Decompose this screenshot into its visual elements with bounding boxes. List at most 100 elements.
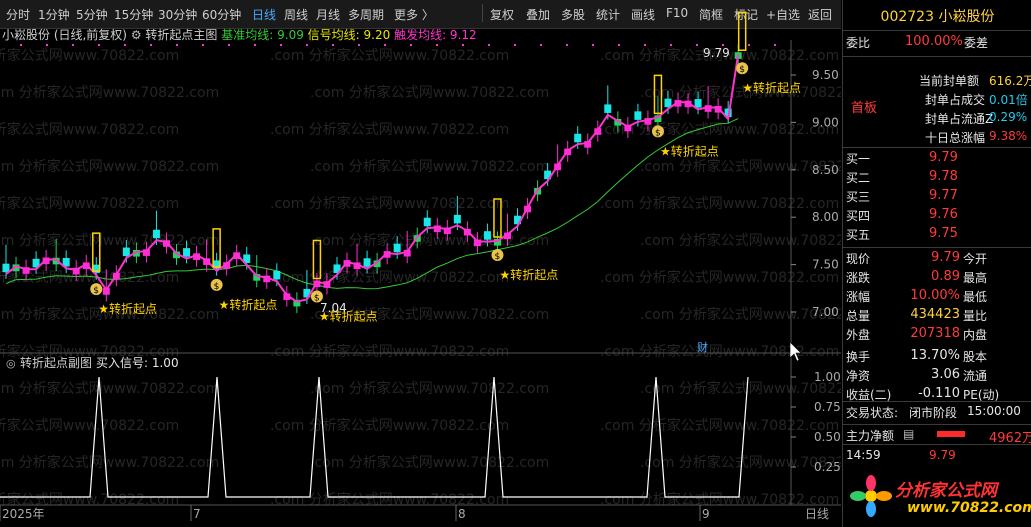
bid-price: 9.76 — [929, 207, 958, 222]
money-bag-glyph: $ — [93, 286, 99, 296]
sub-indicator-name[interactable]: 转折起点副图 — [20, 355, 92, 370]
watermark-text: .com 分析家公式网www.70822.com — [640, 306, 841, 323]
signal-dot — [46, 44, 48, 46]
watermark-text: .com 分析家公式网www.70822.com — [0, 84, 219, 101]
quote-label: 净资 — [846, 369, 871, 383]
candle-body — [483, 231, 491, 240]
time-label: 8 — [458, 507, 466, 521]
candle-body — [363, 258, 371, 267]
watermark-text: .com 分析家公式网www.70822.com — [640, 232, 841, 249]
quote-row: 涨跌 0.89 最高 — [843, 269, 1031, 289]
logo-area: 分析家公式网 www.70822.com — [843, 466, 1031, 527]
ten-day-label: 十日总涨幅 — [925, 131, 986, 145]
quote-row: 换手 13.70% 股本 — [843, 348, 1031, 368]
sub-collapse-icon[interactable]: ◎ — [6, 357, 16, 370]
main-net-label: 主力净额 — [846, 429, 895, 443]
money-bag-glyph: $ — [314, 293, 320, 303]
candle-body — [2, 263, 10, 273]
signal-dot — [566, 44, 568, 46]
bid-label: 买二 — [846, 171, 871, 185]
time-label: 2025年 — [2, 507, 45, 521]
sub-tick-label: 0.75 — [814, 400, 841, 414]
signal-dot — [176, 44, 178, 46]
watermark-text: .com 分析家公式网www.70822.com — [270, 417, 509, 434]
candle-body — [453, 214, 461, 224]
bid-row[interactable]: 买二 9.78 — [843, 169, 1031, 189]
watermark-text: .com 分析家公式网www.70822.com — [270, 343, 509, 360]
quote-label: 换手 — [846, 350, 871, 364]
watermark-text: .com 分析家公式网www.70822.com — [0, 380, 219, 397]
doc-icon[interactable]: ▤ — [903, 427, 914, 441]
signal-dot — [306, 44, 308, 46]
low-price-label: 7.04 — [320, 301, 347, 315]
time-label: 7 — [193, 507, 201, 521]
watermark-text: .com 分析家公式网www.70822.com — [0, 121, 179, 138]
quote-row: 现价 9.79 今开 — [843, 250, 1031, 270]
quote-label-right: 股本 — [963, 350, 988, 364]
candle-body — [574, 133, 582, 143]
watermark-text: .com 分析家公式网www.70822.com — [600, 195, 839, 212]
logo-text: 分析家公式网 — [895, 481, 997, 501]
finance-marker[interactable]: 财 — [697, 340, 708, 354]
time-label[interactable]: 日线 — [805, 507, 829, 521]
signal-dot — [332, 44, 334, 46]
watermark-text: .com 分析家公式网www.70822.com — [640, 84, 841, 101]
signal-dot — [618, 44, 620, 46]
time-label: 9 — [702, 507, 710, 521]
bid-row[interactable]: 买三 9.77 — [843, 188, 1031, 208]
watermark-text: .com 分析家公式网www.70822.com — [640, 454, 841, 471]
candle-body — [664, 98, 672, 108]
fd-float-label: 封单占流通Z — [925, 112, 994, 126]
signal-dot — [462, 44, 464, 46]
bid-row[interactable]: 买五 9.75 — [843, 226, 1031, 246]
main-net-bar — [937, 431, 965, 437]
price-tick-label: 8.50 — [812, 163, 839, 177]
trade-state-value: 闭市阶段 — [909, 406, 958, 420]
fd-float-value: 0.29% — [989, 110, 1028, 124]
price-tick-label: 7.50 — [812, 258, 839, 272]
kline-chart-area[interactable]: .com 分析家公式网www.70822.com .com 分析家公式网www.7… — [0, 0, 841, 527]
watermark-text: .com 分析家公式网www.70822.com — [310, 158, 549, 175]
watermark-text: .com 分析家公式网www.70822.com — [0, 417, 179, 434]
watermark-text: .com 分析家公式网www.70822.com — [600, 269, 839, 286]
watermark-text: .com 分析家公式网www.70822.com — [310, 454, 549, 471]
money-bag-glyph: $ — [655, 128, 661, 138]
candle-body — [423, 217, 431, 227]
quote-label-right: 今开 — [963, 252, 988, 266]
signal-candle-frame — [737, 11, 747, 51]
sub-tick-label: 0.25 — [814, 460, 841, 474]
watermark-text: .com 分析家公式网www.70822.com — [640, 380, 841, 397]
signal-dot — [228, 44, 230, 46]
bid-row[interactable]: 买一 9.79 — [843, 150, 1031, 170]
logo-flower-icon — [850, 475, 892, 517]
bid-row[interactable]: 买四 9.76 — [843, 207, 1031, 227]
signal-dot — [202, 44, 204, 46]
signal-dot — [72, 44, 74, 46]
candle-body — [152, 229, 160, 239]
watermark-text: .com 分析家公式网www.70822.com — [310, 380, 549, 397]
candle-body — [694, 99, 702, 108]
bid-label: 买五 — [846, 228, 871, 242]
quote-value: 9.79 — [931, 250, 960, 265]
sub-tick-label: 1.00 — [814, 370, 841, 384]
tick-price: 9.79 — [929, 448, 956, 462]
logo-url: www.70822.com — [907, 500, 1031, 516]
signal-dot — [592, 44, 594, 46]
signal-dot — [20, 44, 22, 46]
signal-dot — [644, 44, 646, 46]
stock-code-name[interactable]: 002723 小崧股份 — [843, 6, 1031, 26]
bid-price: 9.77 — [929, 188, 958, 203]
candle-body — [273, 270, 281, 280]
watermark-text: .com 分析家公式网www.70822.com — [0, 195, 179, 212]
watermark-text: .com 分析家公式网www.70822.com — [0, 454, 219, 471]
quote-value: 3.06 — [931, 367, 960, 382]
quote-value: 13.70% — [910, 348, 960, 363]
signal-dot — [436, 44, 438, 46]
price-tick-label: 8.00 — [812, 210, 839, 224]
candle-body — [604, 104, 612, 113]
candle-body — [393, 243, 401, 253]
watermark-text: .com 分析家公式网www.70822.com — [310, 84, 549, 101]
signal-dot — [696, 44, 698, 46]
signal-dot — [748, 44, 750, 46]
watermark-text: .com 分析家公式网www.70822.com — [640, 158, 841, 175]
